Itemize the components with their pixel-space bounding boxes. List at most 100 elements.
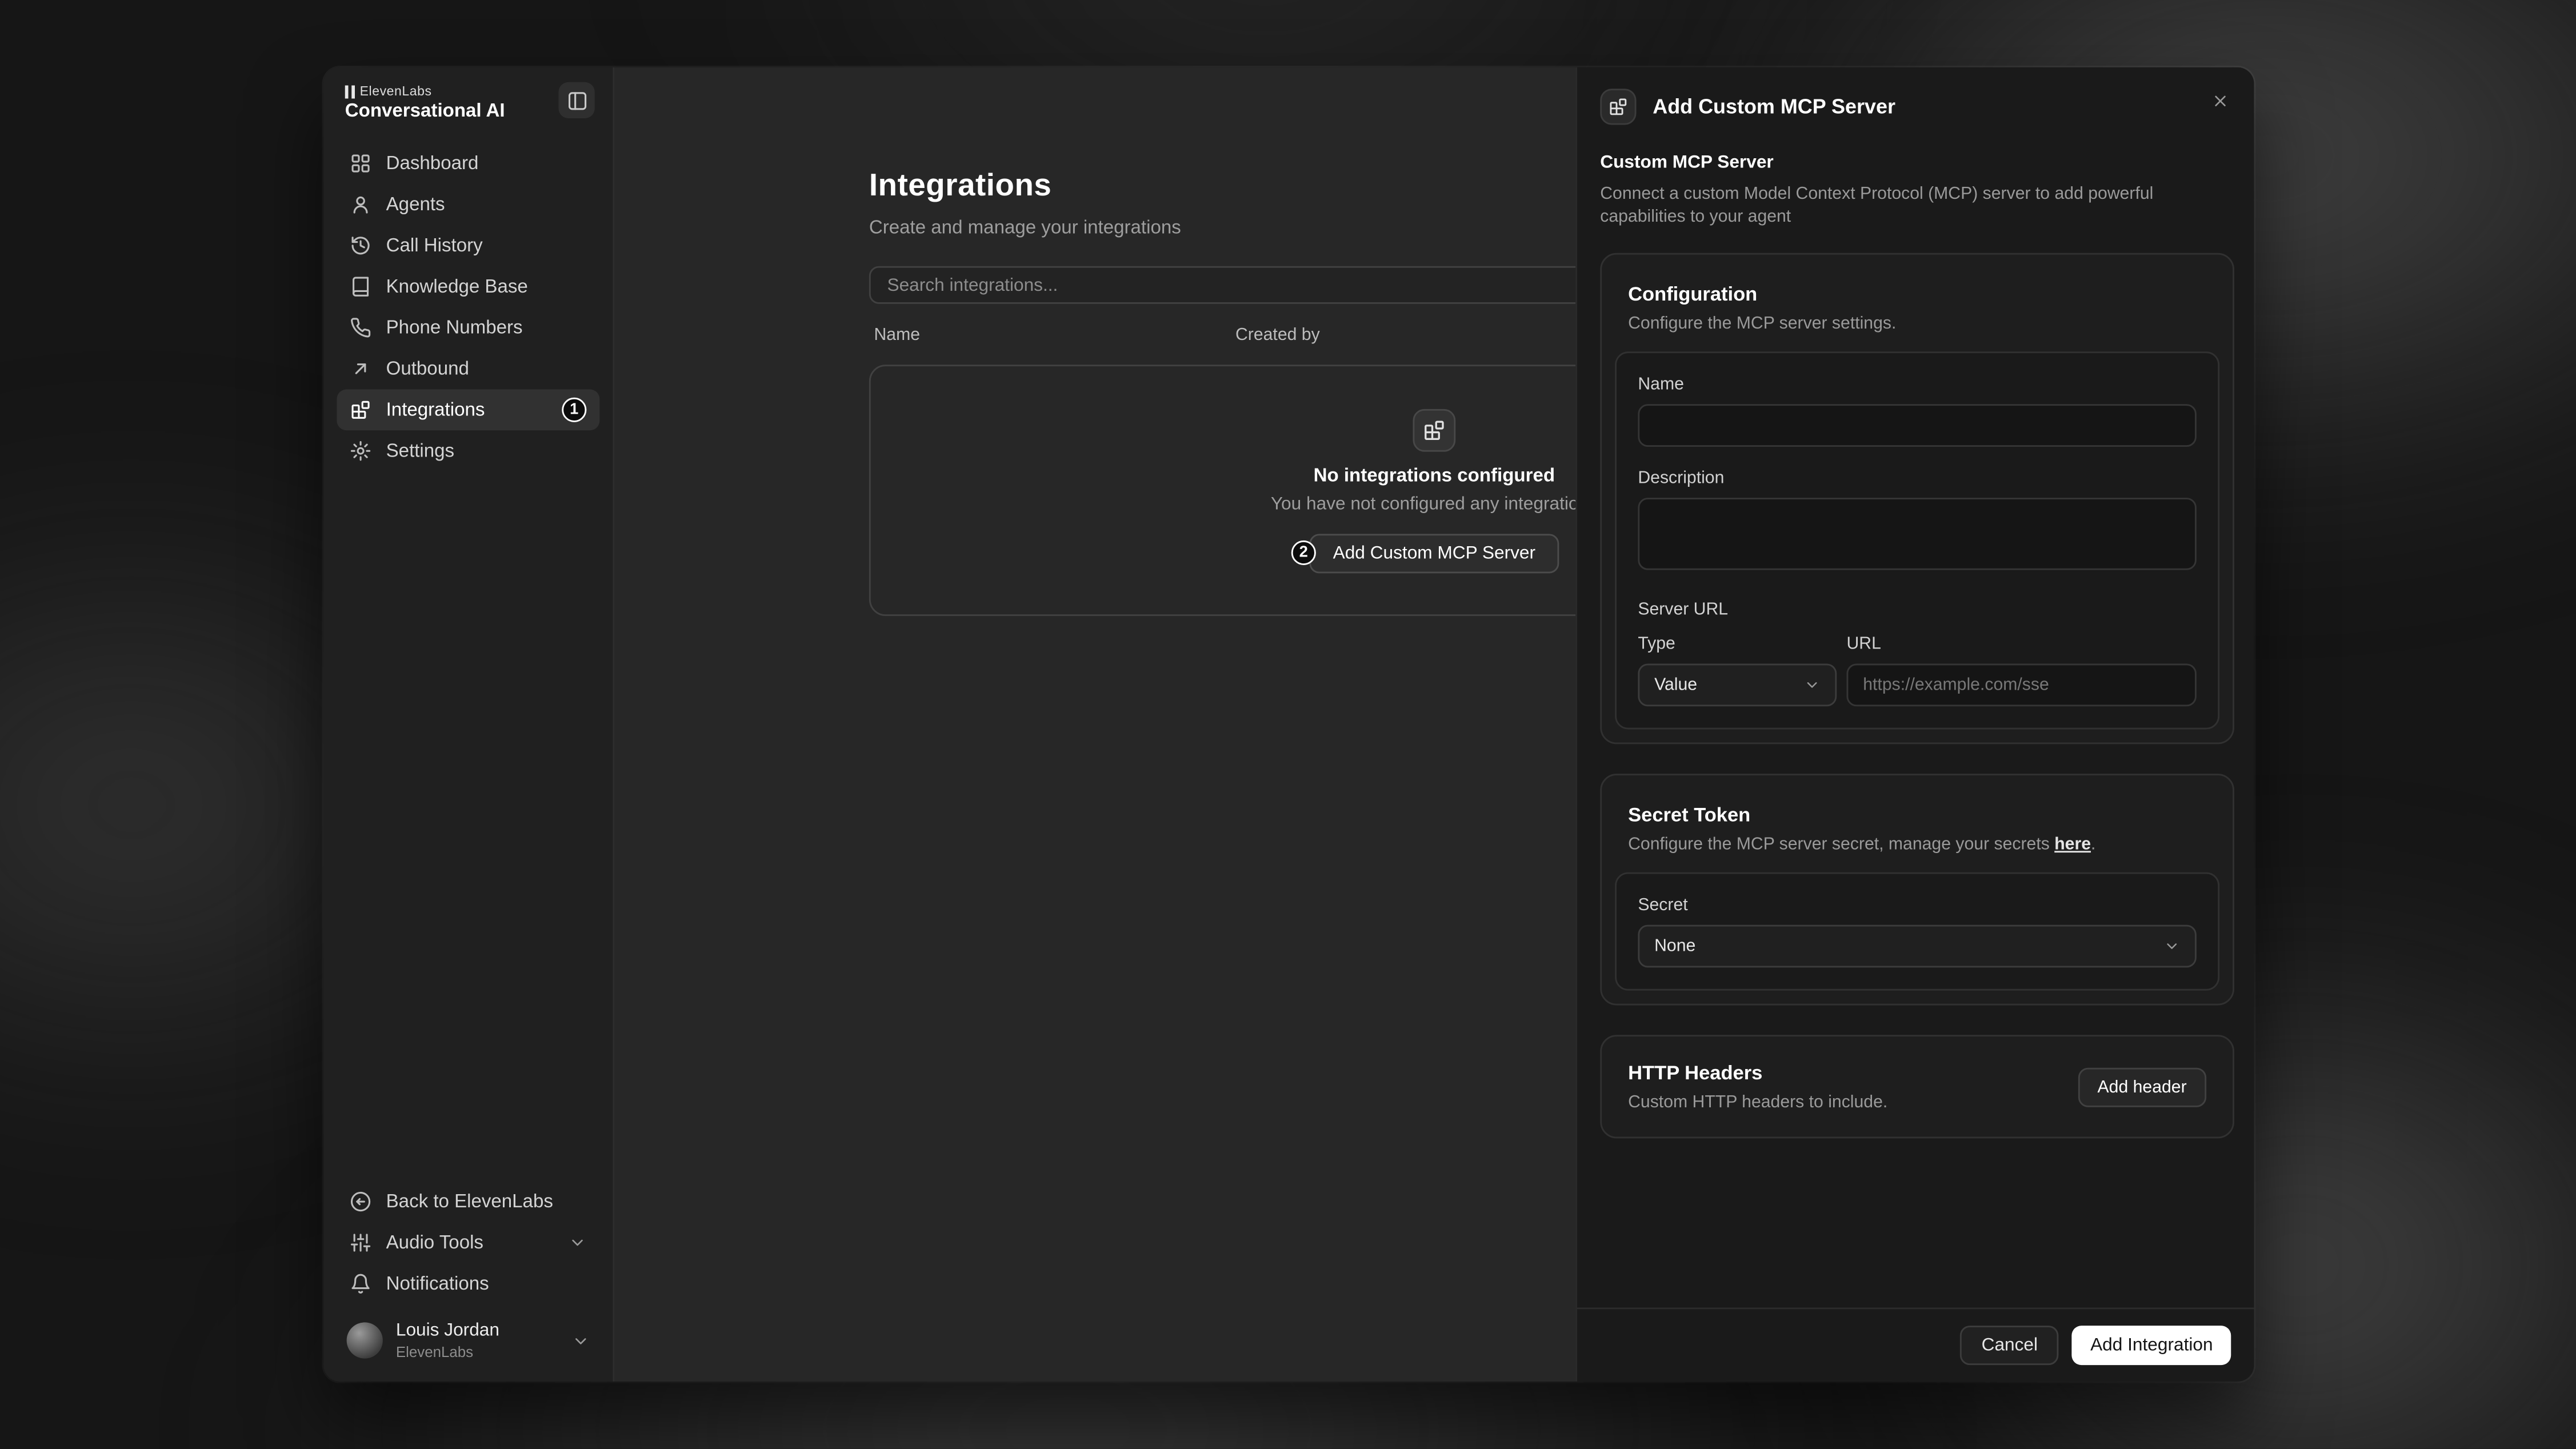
drawer-footer: Cancel Add Integration: [1577, 1308, 2254, 1382]
dashboard-icon: [350, 153, 371, 174]
add-mcp-server-drawer: Add Custom MCP Server Custom MCP Server …: [1575, 67, 2254, 1382]
sidebar-item-knowledge-base[interactable]: Knowledge Base: [337, 266, 599, 307]
empty-state-subtitle: You have not configured any integrations: [1271, 494, 1598, 514]
http-headers-subtitle: Custom HTTP headers to include.: [1628, 1092, 1887, 1112]
knowledge-base-icon: [350, 276, 371, 297]
type-label: Type: [1638, 634, 1837, 654]
sidebar-item-label: Phone Numbers: [386, 318, 523, 338]
cancel-button[interactable]: Cancel: [1960, 1326, 2059, 1365]
manage-secrets-link[interactable]: here: [2054, 835, 2091, 855]
type-select-value: Value: [1654, 675, 1697, 695]
secret-select[interactable]: None: [1638, 925, 2197, 968]
sidebar-nav: Dashboard Agents Call History Knowledge …: [337, 143, 599, 471]
sidebar-item-label: Knowledge Base: [386, 277, 528, 297]
type-select[interactable]: Value: [1638, 664, 1837, 707]
chevron-down-icon: [1804, 677, 1821, 694]
notifications-item[interactable]: Notifications: [337, 1263, 599, 1304]
empty-state-icon-chip: [1413, 408, 1456, 451]
sidebar-item-settings[interactable]: Settings: [337, 430, 599, 471]
agents-icon: [350, 194, 371, 215]
name-label: Name: [1638, 375, 2197, 395]
sidebar-item-label: Outbound: [386, 359, 469, 379]
intro-description: Connect a custom Model Context Protocol …: [1600, 182, 2231, 229]
secret-label: Secret: [1638, 895, 2197, 915]
annotation-step-badge-1: 1: [562, 398, 586, 422]
sidebar-item-label: Integrations: [386, 400, 485, 420]
sidebar-item-label: Agents: [386, 195, 445, 215]
drawer-title: Add Custom MCP Server: [1653, 95, 1895, 118]
add-integration-button[interactable]: Add Integration: [2072, 1326, 2231, 1365]
http-headers-text: HTTP Headers Custom HTTP headers to incl…: [1628, 1061, 1887, 1112]
secret-subtitle-text: Configure the MCP server secret, manage …: [1628, 835, 2054, 855]
server-url-label: Server URL: [1638, 599, 2197, 619]
add-header-button[interactable]: Add header: [2078, 1067, 2206, 1106]
call-history-icon: [350, 235, 371, 256]
back-to-elevenlabs-link[interactable]: Back to ElevenLabs: [337, 1181, 599, 1222]
phone-icon: [350, 317, 371, 338]
outbound-icon: [350, 358, 371, 379]
configuration-title: Configuration: [1628, 283, 2206, 306]
sidebar-item-label: Settings: [386, 441, 454, 461]
drawer-icon-chip: [1600, 89, 1636, 125]
elevenlabs-logo: ElevenLabs: [345, 84, 432, 99]
sidebar-item-label: Dashboard: [386, 154, 479, 174]
secret-token-subtitle: Configure the MCP server secret, manage …: [1628, 835, 2206, 855]
server-url-field[interactable]: [1847, 664, 2197, 707]
avatar: [347, 1322, 383, 1358]
sidebar-item-phone-numbers[interactable]: Phone Numbers: [337, 307, 599, 349]
close-button[interactable]: [2205, 86, 2234, 115]
user-meta: Louis Jordan ElevenLabs: [396, 1321, 499, 1360]
audio-tools-icon: [350, 1232, 371, 1253]
back-to-elevenlabs-label: Back to ElevenLabs: [386, 1192, 553, 1212]
intro-title: Custom MCP Server: [1600, 153, 2231, 173]
chevron-down-icon: [572, 1331, 590, 1350]
integrations-icon: [350, 399, 371, 421]
description-label: Description: [1638, 468, 2197, 488]
add-custom-mcp-server-button[interactable]: Add Custom MCP Server: [1310, 533, 1558, 573]
http-headers-title: HTTP Headers: [1628, 1061, 1887, 1084]
secret-fields: Secret None: [1615, 872, 2219, 991]
url-label: URL: [1847, 634, 2197, 654]
sidebar-item-integrations[interactable]: Integrations 1: [337, 389, 599, 430]
bell-icon: [350, 1273, 371, 1294]
sidebar-item-label: Call History: [386, 236, 483, 256]
panel-collapse-icon: [566, 90, 587, 111]
sidebar-item-agents[interactable]: Agents: [337, 184, 599, 225]
sidebar-item-dashboard[interactable]: Dashboard: [337, 143, 599, 184]
sidebar: ElevenLabs Conversational AI Dashboard A…: [323, 67, 614, 1382]
audio-tools-menu[interactable]: Audio Tools: [337, 1222, 599, 1263]
close-icon: [2210, 91, 2229, 110]
desktop-background: ElevenLabs Conversational AI Dashboard A…: [0, 0, 2576, 1449]
name-field[interactable]: [1638, 404, 2197, 447]
secret-select-value: None: [1654, 936, 1695, 956]
audio-tools-label: Audio Tools: [386, 1233, 483, 1253]
settings-icon: [350, 441, 371, 462]
elevenlabs-logo-text: ElevenLabs: [360, 84, 432, 99]
user-name: Louis Jordan: [396, 1321, 499, 1341]
description-field[interactable]: [1638, 498, 2197, 570]
notifications-label: Notifications: [386, 1274, 489, 1294]
blocks-icon: [1609, 97, 1629, 117]
blocks-icon: [1423, 418, 1446, 441]
app-title: Conversational AI: [345, 102, 505, 122]
chevron-down-icon: [2163, 938, 2180, 955]
http-headers-card: HTTP Headers Custom HTTP headers to incl…: [1600, 1035, 2234, 1138]
elevenlabs-logo-mark: [345, 85, 355, 98]
app-window: ElevenLabs Conversational AI Dashboard A…: [323, 67, 2254, 1382]
user-menu[interactable]: Louis Jordan ElevenLabs: [337, 1312, 599, 1368]
sidebar-collapse-button[interactable]: [559, 82, 595, 118]
chevron-down-icon: [569, 1234, 587, 1252]
back-circle-icon: [350, 1191, 371, 1212]
secret-token-title: Secret Token: [1628, 803, 2206, 826]
drawer-intro: Custom MCP Server Connect a custom Model…: [1577, 139, 2254, 228]
user-org: ElevenLabs: [396, 1344, 499, 1360]
drawer-header: Add Custom MCP Server: [1577, 67, 2254, 140]
configuration-subtitle: Configure the MCP server settings.: [1628, 314, 2206, 334]
secret-token-card: Secret Token Configure the MCP server se…: [1600, 774, 2234, 1005]
sidebar-item-outbound[interactable]: Outbound: [337, 349, 599, 390]
secret-subtitle-period: .: [2091, 835, 2095, 855]
sidebar-footer: Back to ElevenLabs Audio Tools Notificat…: [337, 1181, 599, 1368]
sidebar-item-call-history[interactable]: Call History: [337, 225, 599, 266]
configuration-card: Configuration Configure the MCP server s…: [1600, 253, 2234, 744]
column-name: Name: [874, 325, 1236, 345]
